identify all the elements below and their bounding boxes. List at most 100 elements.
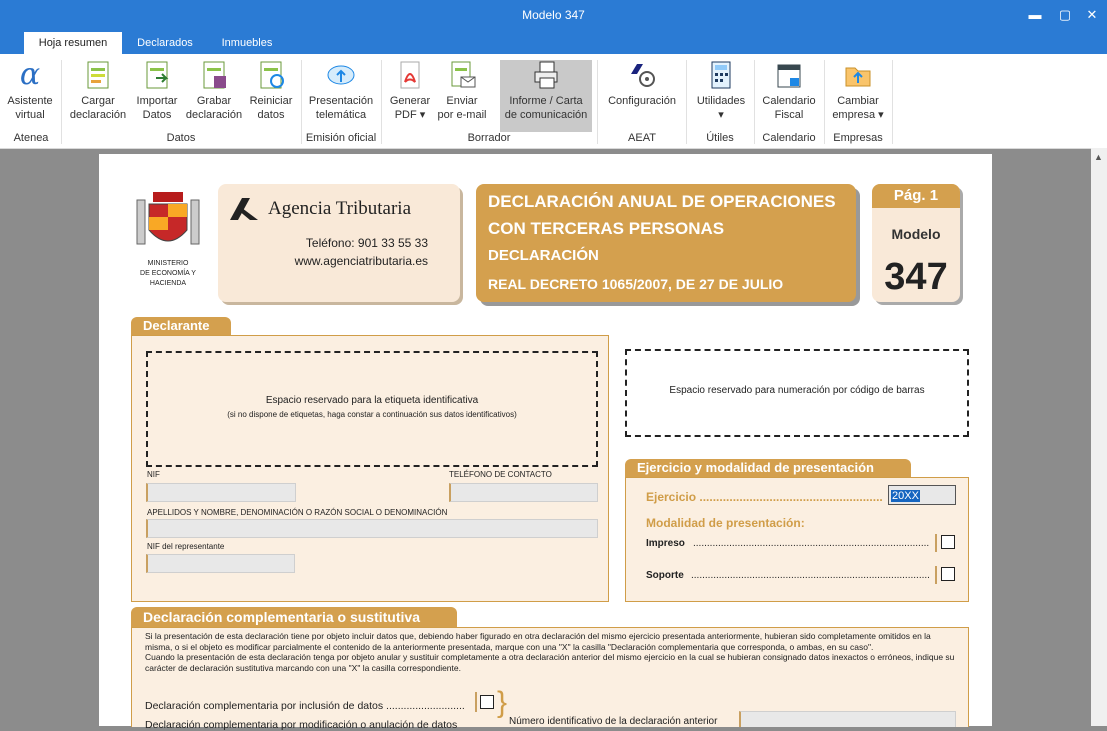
- ejercicio-value: 20XX: [891, 490, 920, 502]
- tab-inmuebles[interactable]: Inmuebles: [208, 32, 286, 54]
- agency-box: Agencia Tributaria Teléfono: 901 33 55 3…: [218, 184, 460, 302]
- button-label: Informe / Carta: [509, 95, 583, 107]
- barcode-space: Espacio reservado para numeración por có…: [625, 349, 969, 437]
- button-label: Fiscal: [774, 109, 804, 121]
- close-button[interactable]: ✕: [1077, 4, 1107, 26]
- button-label: declaración: [185, 109, 243, 121]
- coat-of-arms-icon: [136, 192, 200, 245]
- ejercicio-header: Ejercicio y modalidad de presentación: [625, 459, 911, 477]
- tab-hoja-resumen[interactable]: Hoja resumen: [24, 32, 122, 54]
- button-label: Cargar: [81, 95, 115, 107]
- declarante-header: Declarante: [131, 317, 231, 335]
- barcode-space-text: Espacio reservado para numeración por có…: [669, 385, 925, 396]
- button-label: Reiniciar: [249, 95, 293, 107]
- label-space-note: (si no dispone de etiquetas, haga consta…: [227, 410, 517, 419]
- load-document-icon: [83, 60, 113, 90]
- save-icon: [199, 60, 229, 90]
- calendario-fiscal-button[interactable]: Calendario Fiscal: [758, 60, 820, 122]
- grabar-declaracion-button[interactable]: Grabar declaración: [184, 60, 244, 122]
- title-bar: Modelo 347 ▬ ▢ ✕: [0, 0, 1107, 30]
- tab-declarados[interactable]: Declarados: [126, 32, 204, 54]
- agency-phone: Teléfono: 901 33 55 33: [305, 236, 428, 250]
- button-label: Cambiar: [837, 95, 879, 107]
- modelo-label: Modelo: [891, 226, 941, 242]
- ribbon: α Asistente virtual Cargar declaración I…: [0, 54, 1107, 149]
- button-label: datos: [257, 109, 285, 121]
- window-title: Modelo 347: [522, 8, 585, 22]
- maximize-button[interactable]: ▢: [1050, 4, 1080, 26]
- cargar-declaracion-button[interactable]: Cargar declaración: [66, 60, 130, 122]
- ministry-name: DE ECONOMÍA Y: [140, 270, 196, 277]
- alpha-icon: α: [19, 57, 41, 92]
- button-label: Grabar: [196, 95, 232, 107]
- presentacion-telematica-button[interactable]: Presentación telemática: [304, 60, 378, 122]
- soporte-checkbox[interactable]: [941, 567, 955, 581]
- aeat-logo-icon: [230, 198, 258, 220]
- name-label: APELLIDOS Y NOMBRE, DENOMINACIÓN O RAZÓN…: [147, 508, 448, 517]
- phone-contact-field[interactable]: [449, 483, 598, 502]
- label-space-text: Espacio reservado para la etiqueta ident…: [265, 395, 479, 406]
- sustitutiva-text: Cuando la presentación de esta declaraci…: [145, 652, 955, 673]
- ministry-block: MINISTERIO DE ECONOMÍA Y HACIENDA: [133, 186, 203, 289]
- button-label: Datos: [142, 109, 172, 121]
- generar-pdf-button[interactable]: Generar PDF ▾: [384, 60, 436, 122]
- cambiar-empresa-button[interactable]: Cambiar empresa ▾: [828, 60, 888, 122]
- impreso-dots: ........................................…: [693, 538, 929, 549]
- button-label: declaración: [69, 109, 127, 121]
- vertical-scrollbar[interactable]: ▲: [1091, 148, 1107, 726]
- button-label: ▾: [718, 109, 724, 121]
- modelo-number: 347: [884, 256, 948, 298]
- num-ident-field[interactable]: [739, 711, 956, 727]
- inclusion-label: Declaración complementaria por inclusión…: [145, 700, 465, 712]
- impreso-checkbox[interactable]: [941, 535, 955, 549]
- group-label-emision: Emisión oficial: [305, 132, 377, 144]
- minimize-button[interactable]: ▬: [1020, 4, 1050, 26]
- asistente-virtual-button[interactable]: α Asistente virtual: [2, 60, 58, 122]
- name-field[interactable]: [146, 519, 598, 538]
- ribbon-tabs: Hoja resumen Declarados Inmuebles: [0, 30, 1107, 54]
- importar-datos-button[interactable]: Importar Datos: [130, 60, 184, 122]
- refresh-icon: [256, 60, 286, 90]
- brace-icon: }: [497, 686, 508, 719]
- button-label: Configuración: [608, 95, 676, 107]
- button-label: telemática: [315, 109, 367, 121]
- nif-label: NIF: [147, 470, 160, 479]
- modalidad-label: Modalidad de presentación:: [646, 516, 805, 530]
- configuracion-button[interactable]: Configuración: [602, 60, 682, 108]
- label-space: Espacio reservado para la etiqueta ident…: [146, 351, 598, 467]
- calculator-icon: [706, 60, 736, 90]
- informe-carta-button[interactable]: Informe / Carta de comunicación: [500, 60, 592, 132]
- ministry-name: HACIENDA: [149, 280, 187, 287]
- scroll-up-icon[interactable]: ▲: [1094, 152, 1103, 162]
- group-label-datos: Datos: [166, 132, 196, 144]
- agency-web: www.agenciatributaria.es: [294, 254, 428, 268]
- calendar-icon: [774, 60, 804, 90]
- cloud-upload-icon: [326, 60, 356, 90]
- page-number: Pág. 1: [872, 184, 960, 208]
- group-label-borrador: Borrador: [467, 132, 511, 144]
- agency-name: Agencia Tributaria: [268, 198, 412, 219]
- group-label-empresas: Empresas: [833, 132, 883, 144]
- enviar-email-button[interactable]: Enviar por e-mail: [434, 60, 490, 122]
- inclusion-checkbox[interactable]: [480, 695, 494, 709]
- nif-field[interactable]: [146, 483, 296, 502]
- phone-contact-label: TELÉFONO DE CONTACTO: [449, 470, 552, 479]
- button-label: Enviar: [446, 95, 478, 107]
- ministry-name: MINISTERIO: [147, 260, 189, 267]
- button-label: PDF ▾: [394, 109, 426, 121]
- group-label-aeat: AEAT: [628, 132, 656, 144]
- ejercicio-input[interactable]: 20XX: [888, 485, 956, 505]
- import-icon: [142, 60, 172, 90]
- soporte-dots: ........................................…: [691, 570, 929, 581]
- title-line: DECLARACIÓN: [488, 247, 599, 264]
- complementaria-text: Si la presentación de esta declaración t…: [145, 631, 931, 652]
- group-label-calendario: Calendario: [762, 132, 816, 144]
- title-line: REAL DECRETO 1065/2007, DE 27 DE JULIO: [488, 276, 784, 292]
- button-label: empresa ▾: [832, 109, 884, 121]
- button-label: virtual: [15, 109, 45, 121]
- utilidades-button[interactable]: Utilidades ▾: [690, 60, 752, 122]
- nif-rep-field[interactable]: [146, 554, 295, 573]
- reiniciar-datos-button[interactable]: Reiniciar datos: [244, 60, 298, 122]
- impreso-label: Impreso: [646, 538, 685, 549]
- ejercicio-label: Ejercicio ..............................…: [646, 490, 883, 504]
